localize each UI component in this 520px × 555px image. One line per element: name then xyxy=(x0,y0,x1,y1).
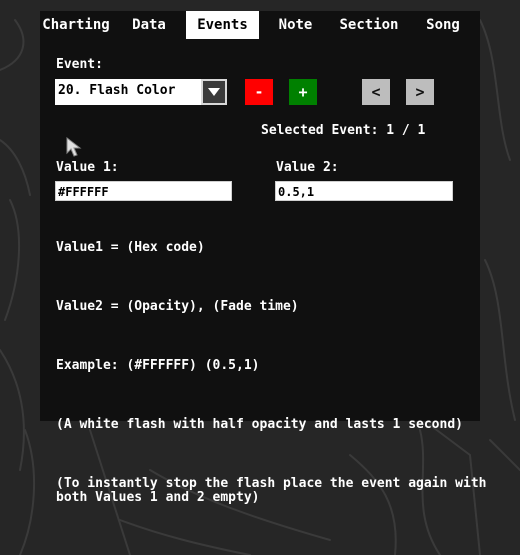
value2-label: Value 2: xyxy=(276,160,339,175)
event-select-value: 20. Flash Color xyxy=(58,83,176,98)
description-line-2: Value2 = (Opacity), (Fade time) xyxy=(56,299,299,314)
tab-charting[interactable]: Charting xyxy=(40,11,112,39)
add-event-button[interactable]: + xyxy=(289,79,317,105)
tab-bar: Charting Data Events Note Section Song xyxy=(40,11,480,39)
value2-input[interactable]: 0.5,1 xyxy=(275,181,453,201)
previous-event-button[interactable]: < xyxy=(362,79,390,105)
tab-note[interactable]: Note xyxy=(259,11,332,39)
value1-label: Value 1: xyxy=(56,160,119,175)
description-line-5a: (To instantly stop the flash place the e… xyxy=(56,476,487,491)
event-select[interactable]: 20. Flash Color xyxy=(55,79,227,105)
tab-data[interactable]: Data xyxy=(112,11,186,39)
description-line-3: Example: (#FFFFFF) (0.5,1) xyxy=(56,358,260,373)
arrow-cursor-icon xyxy=(66,137,82,157)
remove-event-button[interactable]: - xyxy=(245,79,273,105)
tab-song[interactable]: Song xyxy=(406,11,480,39)
value1-input[interactable]: #FFFFFF xyxy=(55,181,232,201)
selected-event-counter: Selected Event: 1 / 1 xyxy=(261,123,426,138)
event-label: Event: xyxy=(56,57,103,72)
next-event-button[interactable]: > xyxy=(406,79,434,105)
description-line-4: (A white flash with half opacity and las… xyxy=(56,417,463,432)
tab-events[interactable]: Events xyxy=(186,11,259,39)
description-line-1: Value1 = (Hex code) xyxy=(56,240,205,255)
chevron-down-icon[interactable] xyxy=(201,79,227,105)
description-line-5b: both Values 1 and 2 empty) xyxy=(56,490,260,505)
tab-section[interactable]: Section xyxy=(332,11,406,39)
